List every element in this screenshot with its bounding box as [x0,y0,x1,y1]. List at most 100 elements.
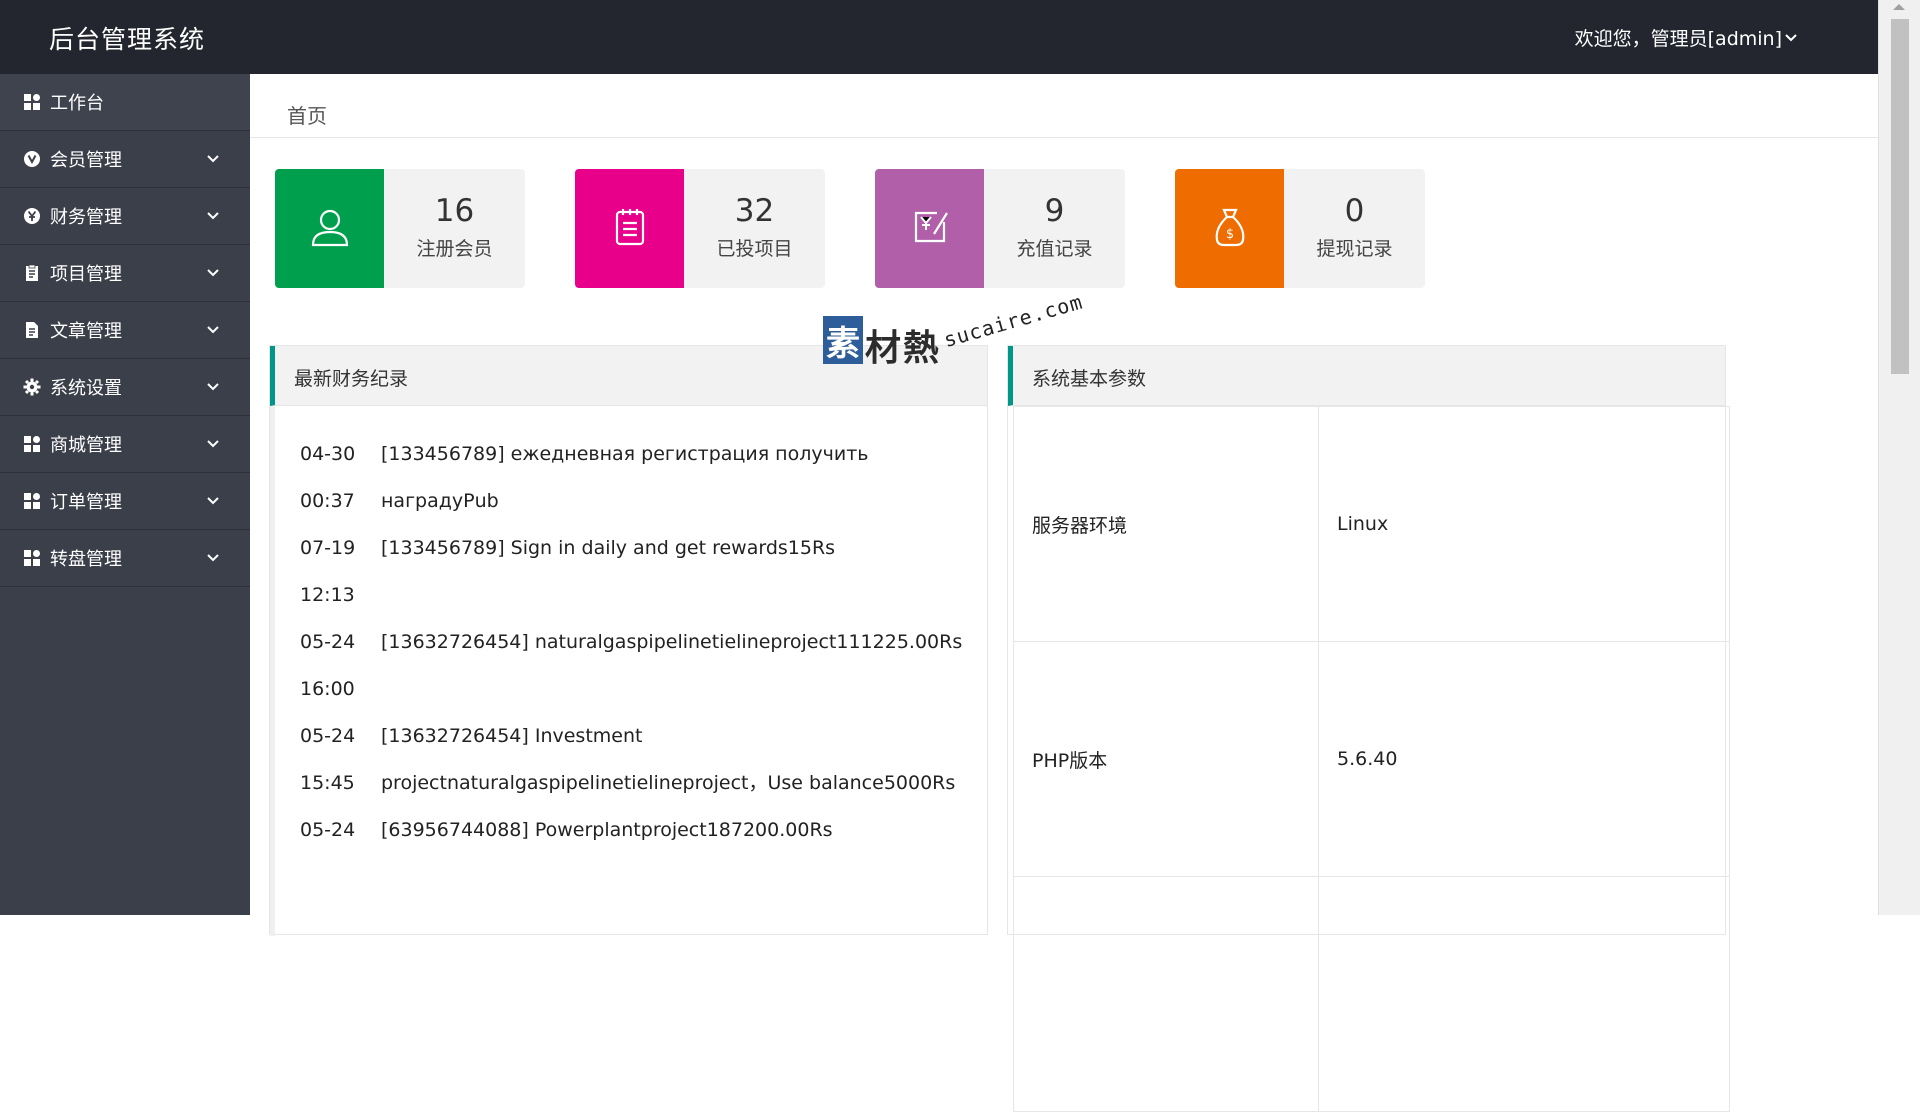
record-date: 07-19 [300,537,356,559]
stat-tile: $ [1175,169,1284,288]
clipboard-icon [22,263,42,283]
chevron-down-icon [1785,33,1797,41]
record-text: [133456789] Sign in daily and get reward… [381,537,836,559]
gear-icon [22,377,42,397]
record-datetime: 04-30 00:37 [275,431,381,525]
record-text: [63956744088] Powerplantproject187200.00… [381,819,833,841]
sidebar-item-label: 项目管理 [50,264,122,285]
record-time: 12:13 [300,584,355,606]
watermark-logo: 素 材熱 sucaire.com [823,289,1093,373]
stat-value: 16 [434,193,475,229]
record-datetime: 05-24 15:45 [275,713,381,807]
sidebar-item-7[interactable]: 订单管理 [0,473,250,530]
sidebar-item-0[interactable]: 工作台 [0,74,250,131]
sidebar-item-2[interactable]: 财务管理 [0,188,250,245]
scrollbar-thumb[interactable] [1891,19,1909,374]
finance-record: 04-30 00:37 [133456789] ежедневная регистр… [275,431,987,525]
record-datetime: 05-24 16:00 [275,619,381,713]
params-row: 服务器环境 Linux [1013,406,1730,642]
sidebar-item-3[interactable]: 项目管理 [0,245,250,302]
finance-records-panel: 最新财务纪录 04-30 00:37 [133456789] ежедневная … [269,345,988,936]
watermark-cn: 材熱 [865,328,942,369]
user-menu[interactable]: 欢迎您，管理员[admin] [1575,24,1798,51]
chevron-down-icon [207,383,219,391]
grid-icon [22,92,42,112]
record-date: 04-30 [300,443,356,465]
user-icon [307,204,353,254]
chevron-down-icon [207,326,219,334]
sidebar-item-label: 商城管理 [50,435,122,456]
stat-tile [875,169,984,288]
stat-tile [275,169,384,288]
record-date: 05-24 [300,631,356,653]
chevron-down-icon [207,269,219,277]
sidebar-item-label: 转盘管理 [50,549,122,570]
params-table: 服务器环境 Linux PHP版本 5.6.40 [1013,406,1730,1112]
chevron-down-icon [207,497,219,505]
record-time: 00:37 [300,490,355,512]
finance-record: 05-24 16:00 [13632726454] naturalgaspipeli… [275,619,987,713]
recharge-icon [907,204,953,254]
finance-records-list: 04-30 00:37 [133456789] ежедневная регистр… [270,406,987,936]
sidebar-item-5[interactable]: 系统设置 [0,359,250,416]
sidebar: 工作台会员管理 财务管理项目管理文章管理系统设置商城管理订单管理转盘管理 [0,74,250,915]
params-panel-title: 系统基本参数 [1008,346,1725,406]
stat-tile [575,169,684,288]
param-key: 服务器环境 [1013,406,1319,642]
sidebar-item-4[interactable]: 文章管理 [0,302,250,359]
params-row: PHP版本 5.6.40 [1013,641,1730,877]
record-time: 16:00 [300,678,355,700]
stat-card-1[interactable]: 32 已投项目 [575,169,825,288]
sidebar-item-1[interactable]: 会员管理 [0,131,250,188]
top-header: 后台管理系统 欢迎您，管理员[admin] [0,0,1878,74]
money-bag-icon: $ [1207,204,1253,254]
sidebar-item-label: 工作台 [50,93,104,114]
param-key [1013,876,1319,1112]
chevron-down-icon [207,440,219,448]
scroll-up-arrow[interactable] [1893,4,1905,10]
record-datetime: 05-24 [275,807,381,854]
record-text: [13632726454] naturalgaspipelinetielinep… [381,631,963,653]
watermark-box: 素 [823,316,863,364]
sidebar-item-6[interactable]: 商城管理 [0,416,250,473]
system-params-panel: 系统基本参数 服务器环境 Linux PHP版本 5.6.40 [1007,345,1730,1112]
sidebar-item-8[interactable]: 转盘管理 [0,530,250,587]
sidebar-item-label: 文章管理 [50,321,122,342]
finance-record: 07-19 12:13 [133456789] Sign in daily and … [275,525,987,619]
breadcrumb: 首页 [250,74,1878,138]
record-date: 05-24 [300,819,356,841]
chevron-down-icon [207,212,219,220]
stat-value: 32 [734,193,775,229]
stat-value: 9 [1044,193,1065,229]
param-value: Linux [1318,406,1730,642]
grid-icon [22,491,42,511]
record-text: [133456789] ежедневная регистрация получ… [381,443,869,512]
sidebar-item-label: 订单管理 [50,492,122,513]
params-row [1013,876,1730,1112]
app-title: 后台管理系统 [49,25,206,54]
notepad-icon [607,204,653,254]
stat-label: 注册会员 [416,238,493,260]
param-value: 5.6.40 [1318,641,1730,877]
page-scrollbar[interactable] [1878,0,1920,915]
chevron-down-icon [207,554,219,562]
record-text: [13632726454] Investment projectnaturalg… [381,725,956,794]
param-key: PHP版本 [1013,641,1319,877]
finance-record: 05-24 15:45 [13632726454] Investment proje… [275,713,987,807]
stat-card-0[interactable]: 16 注册会员 [275,169,525,288]
stat-label: 已投项目 [716,238,793,260]
yen-icon [22,206,42,226]
finance-record: 05-24 [63956744088] Powerplantproject1872… [275,807,987,854]
chevron-down-icon [207,155,219,163]
svg-text:$: $ [1225,227,1233,242]
param-value [1318,876,1730,1112]
grid-icon [22,548,42,568]
record-date: 05-24 [300,725,356,747]
stat-card-3[interactable]: $0 提现记录 [1175,169,1425,288]
breadcrumb-home[interactable]: 首页 [287,104,327,128]
grid-icon [22,434,42,454]
vip-icon [22,149,42,169]
stat-label: 提现记录 [1316,238,1393,260]
record-time: 15:45 [300,772,355,794]
stat-card-2[interactable]: 9 充值记录 [875,169,1125,288]
